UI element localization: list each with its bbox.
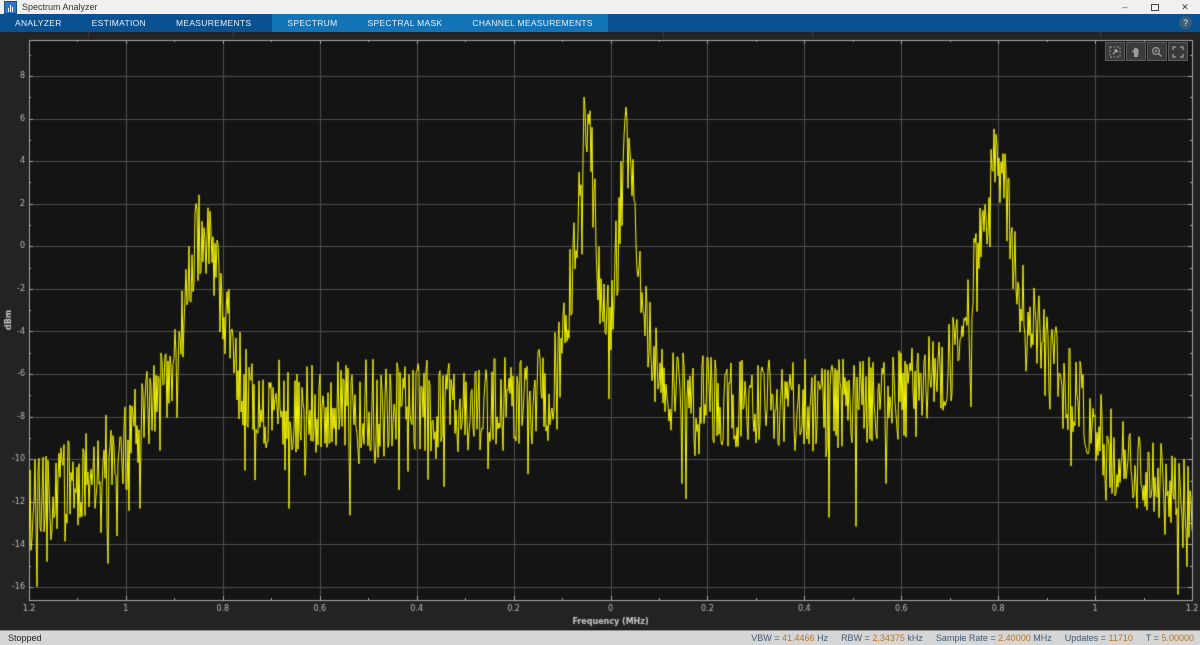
tab-spectrum[interactable]: SPECTRUM [272, 14, 352, 32]
status-value: 2.40000 [998, 633, 1031, 643]
status-item: Sample Rate = 2.40000 MHz [936, 633, 1052, 643]
status-item: Updates = 11710 [1065, 633, 1133, 643]
titlebar: Spectrum Analyzer – ✕ [0, 0, 1200, 14]
zoom-in-icon [1151, 46, 1163, 58]
status-unit: kHz [905, 633, 923, 643]
zoom-in-button[interactable] [1147, 42, 1167, 61]
window-controls: – ✕ [1110, 0, 1200, 14]
app-icon [4, 1, 17, 14]
restore-button[interactable] [1140, 0, 1170, 14]
help-button[interactable]: ? [1179, 16, 1192, 29]
spectrum-analyzer-window: Spectrum Analyzer – ✕ ANALYZERESTIMATION… [0, 0, 1200, 645]
context-tab-group: SPECTRUMSPECTRAL MASKCHANNEL MEASUREMENT… [272, 14, 607, 32]
tab-analyzer[interactable]: ANALYZER [0, 14, 77, 32]
zoom-region-icon [1109, 46, 1121, 58]
status-unit: MHz [1031, 633, 1052, 643]
statusbar: Stopped VBW = 41.4466 Hz RBW = 2.34375 kH… [0, 630, 1200, 645]
pan-hand-icon [1130, 46, 1142, 58]
window-title: Spectrum Analyzer [22, 2, 98, 12]
status-label: RBW = [841, 633, 872, 643]
plot-area [0, 32, 1200, 630]
status-value: 2.34375 [872, 633, 905, 643]
status-label: T = [1146, 633, 1162, 643]
tab-measurements[interactable]: MEASUREMENTS [161, 14, 266, 32]
status-label: Updates = [1065, 633, 1109, 643]
status-unit: Hz [815, 633, 829, 643]
status-label: Sample Rate = [936, 633, 998, 643]
status-value: 41.4466 [782, 633, 815, 643]
plot-toolbar [1105, 42, 1188, 61]
status-label: VBW = [751, 633, 782, 643]
status-state: Stopped [8, 633, 42, 643]
status-value: 5.00000 [1161, 633, 1194, 643]
status-item: T = 5.00000 [1146, 633, 1194, 643]
tab-channel-measurements[interactable]: CHANNEL MEASUREMENTS [457, 14, 607, 32]
tab-spectral-mask[interactable]: SPECTRAL MASK [352, 14, 457, 32]
restore-icon [1151, 4, 1159, 11]
fit-to-view-icon [1172, 46, 1184, 58]
status-value: 11710 [1109, 633, 1133, 643]
fit-to-view-button[interactable] [1168, 42, 1188, 61]
main-tab-group: ANALYZERESTIMATIONMEASUREMENTS [0, 14, 266, 32]
status-item: RBW = 2.34375 kHz [841, 633, 923, 643]
status-readouts: VBW = 41.4466 Hz RBW = 2.34375 kHz Sample … [751, 633, 1194, 643]
tab-estimation[interactable]: ESTIMATION [77, 14, 161, 32]
spectrum-plot-canvas[interactable] [0, 32, 1200, 630]
pan-button[interactable] [1126, 42, 1146, 61]
close-button[interactable]: ✕ [1170, 0, 1200, 14]
zoom-region-button[interactable] [1105, 42, 1125, 61]
toolstrip: ANALYZERESTIMATIONMEASUREMENTS SPECTRUMS… [0, 14, 1200, 32]
status-item: VBW = 41.4466 Hz [751, 633, 828, 643]
minimize-button[interactable]: – [1110, 0, 1140, 14]
